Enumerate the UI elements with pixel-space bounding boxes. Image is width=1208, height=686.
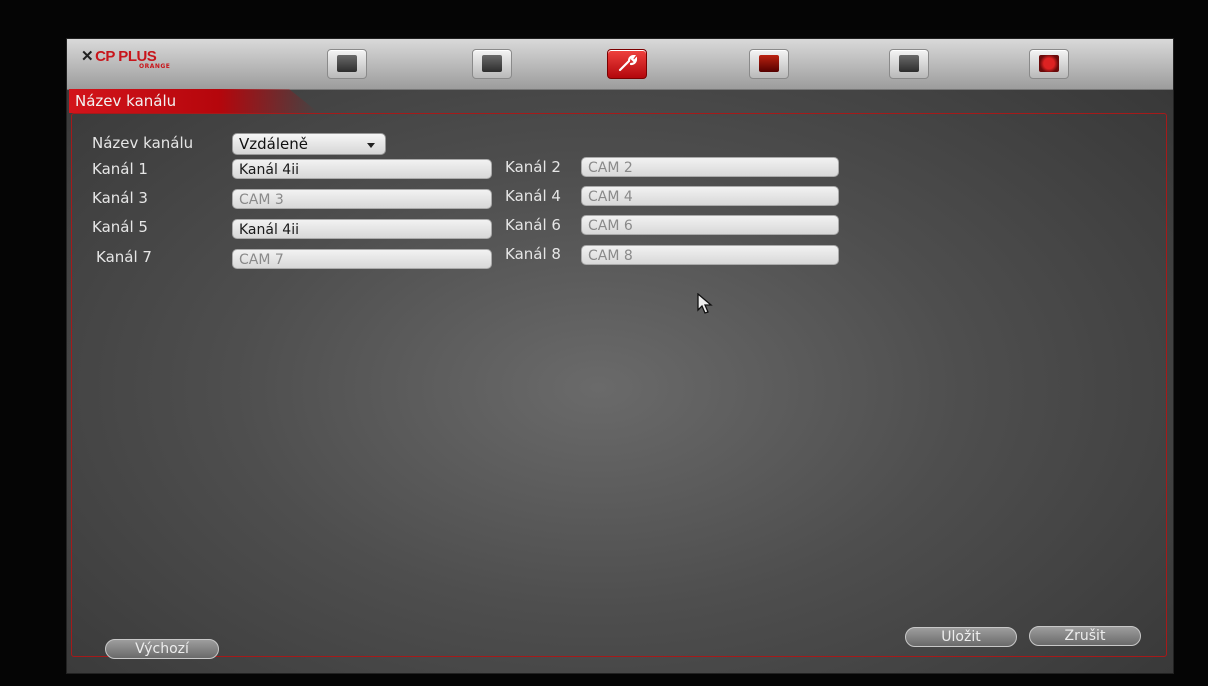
list-button[interactable] <box>749 49 789 79</box>
cancel-button[interactable]: Zrušit <box>1029 626 1141 646</box>
channel-6-input[interactable]: CAM 6 <box>581 215 839 235</box>
channel-7-label: Kanál 7 <box>96 248 152 266</box>
brand-logo: ✕ CP PLUS ORANGE <box>81 48 171 70</box>
record-button[interactable] <box>472 49 512 79</box>
channel-name-select[interactable]: Vzdáleně <box>232 133 386 155</box>
channel-7-input[interactable]: CAM 7 <box>232 249 492 269</box>
default-button[interactable]: Výchozí <box>105 639 219 659</box>
channel-3-label: Kanál 3 <box>92 189 148 207</box>
channel-8-input[interactable]: CAM 8 <box>581 245 839 265</box>
backup-icon <box>899 55 919 72</box>
backup-button[interactable] <box>889 49 929 79</box>
channel-name-select-value: Vzdáleně <box>239 135 308 153</box>
channel-6-label: Kanál 6 <box>505 216 561 234</box>
record-icon <box>482 55 502 72</box>
channel-5-label: Kanál 5 <box>92 218 148 236</box>
channel-4-input[interactable]: CAM 4 <box>581 186 839 206</box>
channel-2-label: Kanál 2 <box>505 158 561 176</box>
camera-button[interactable] <box>327 49 367 79</box>
list-icon <box>759 55 779 72</box>
dvr-screen: ✕ CP PLUS ORANGE Název kanálu Název kanál… <box>66 38 1174 674</box>
channel-8-label: Kanál 8 <box>505 245 561 263</box>
channel-name-label: Název kanálu <box>92 134 194 152</box>
channel-2-input[interactable]: CAM 2 <box>581 157 839 177</box>
wrench-icon <box>617 55 637 72</box>
channel-1-label: Kanál 1 <box>92 160 148 178</box>
channel-3-input[interactable]: CAM 3 <box>232 189 492 209</box>
chevron-down-icon <box>367 143 375 148</box>
top-toolbar: ✕ CP PLUS ORANGE <box>67 39 1173 90</box>
power-button[interactable] <box>1029 49 1069 79</box>
page-title-tab: Název kanálu <box>69 89 319 113</box>
settings-button[interactable] <box>607 49 647 79</box>
camera-icon <box>337 55 357 72</box>
page-title: Název kanálu <box>75 92 177 110</box>
mouse-pointer-icon <box>697 293 713 314</box>
save-button[interactable]: Uložit <box>905 627 1017 647</box>
channel-1-input[interactable]: Kanál 4ii <box>232 159 492 179</box>
channel-5-input[interactable]: Kanál 4ii <box>232 219 492 239</box>
channel-4-label: Kanál 4 <box>505 187 561 205</box>
power-icon <box>1039 55 1059 72</box>
